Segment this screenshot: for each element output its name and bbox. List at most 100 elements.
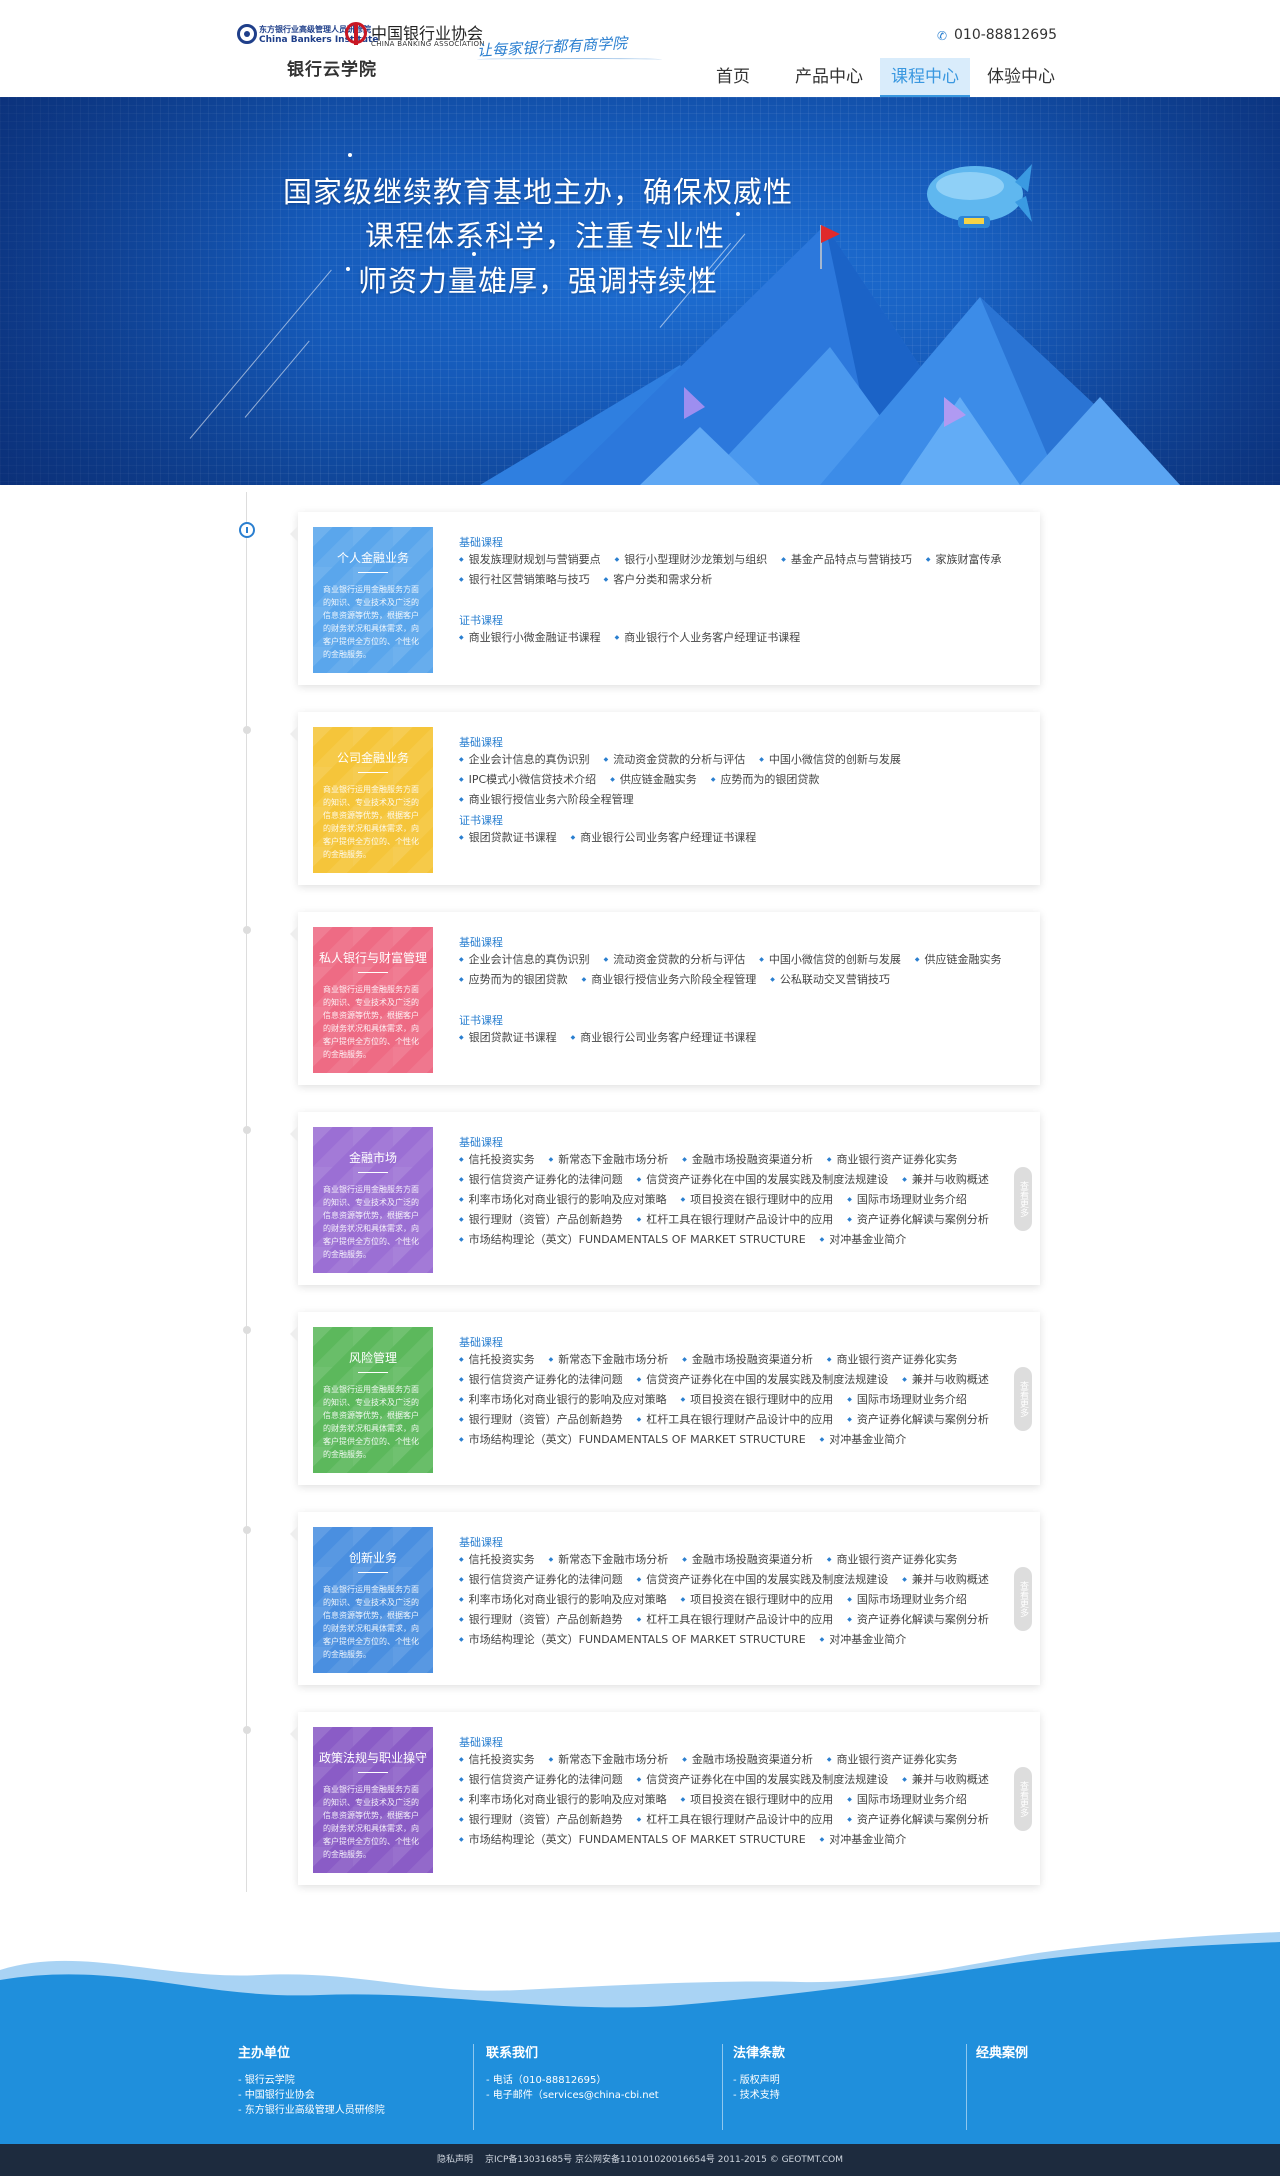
course-link[interactable]: 商业银行授信业务六阶段全程管理 xyxy=(582,970,756,990)
course-link[interactable]: 金融市场投融资渠道分析 xyxy=(682,1750,813,1770)
view-more-button[interactable]: 查看更多 xyxy=(1014,1567,1032,1631)
course-link[interactable]: 国际市场理财业务介绍 xyxy=(847,1590,967,1610)
category-tile[interactable]: 金融市场 商业银行运用金融服务方面的知识、专业技术及广泛的信息资源等优势，根据客户… xyxy=(313,1127,433,1273)
course-link[interactable]: 国际市场理财业务介绍 xyxy=(847,1790,967,1810)
course-link[interactable]: 银行理财（资管）产品创新趋势 xyxy=(459,1410,623,1430)
course-link[interactable]: 银团贷款证书课程 xyxy=(459,1028,557,1048)
course-link[interactable]: 兼并与收购概述 xyxy=(902,1770,989,1790)
course-link[interactable]: 信贷资产证券化在中国的发展实践及制度法规建设 xyxy=(637,1170,888,1190)
category-tile[interactable]: 创新业务 商业银行运用金融服务方面的知识、专业技术及广泛的信息资源等优势，根据客户… xyxy=(313,1527,433,1673)
course-link[interactable]: 银行小型理财沙龙策划与组织 xyxy=(615,550,767,570)
timeline-dot[interactable] xyxy=(243,726,251,734)
footer-link[interactable]: - 技术支持 xyxy=(733,2088,785,2103)
course-link[interactable]: 银行理财（资管）产品创新趋势 xyxy=(459,1210,623,1230)
course-link[interactable]: 企业会计信息的真伪识别 xyxy=(459,950,590,970)
nav-home[interactable]: 首页 xyxy=(688,58,778,97)
course-link[interactable]: 杠杆工具在银行理财产品设计中的应用 xyxy=(637,1210,833,1230)
category-tile[interactable]: 政策法规与职业操守 商业银行运用金融服务方面的知识、专业技术及广泛的信息资源等优势… xyxy=(313,1727,433,1873)
course-link[interactable]: 金融市场投融资渠道分析 xyxy=(682,1550,813,1570)
course-link[interactable]: 信贷资产证券化在中国的发展实践及制度法规建设 xyxy=(637,1770,888,1790)
course-link[interactable]: 金融市场投融资渠道分析 xyxy=(682,1150,813,1170)
course-link[interactable]: 银行社区营销策略与技巧 xyxy=(459,570,590,590)
course-link[interactable]: 供应链金融实务 xyxy=(610,770,697,790)
course-link[interactable]: 商业银行资产证券化实务 xyxy=(827,1350,958,1370)
privacy-link[interactable]: 隐私声明 xyxy=(437,2155,473,2165)
footer-link[interactable]: - 中国银行业协会 xyxy=(238,2088,385,2103)
course-link[interactable]: 银行信贷资产证券化的法律问题 xyxy=(459,1370,623,1390)
course-link[interactable]: 对冲基金业简介 xyxy=(820,1830,906,1850)
course-link[interactable]: 市场结构理论（英文）FUNDAMENTALS OF MARKET STRUCTU… xyxy=(459,1230,806,1250)
course-link[interactable]: 商业银行资产证券化实务 xyxy=(827,1750,958,1770)
course-link[interactable]: 市场结构理论（英文）FUNDAMENTALS OF MARKET STRUCTU… xyxy=(459,1430,806,1450)
course-link[interactable]: 基金产品特点与营销技巧 xyxy=(781,550,912,570)
timeline-dot[interactable] xyxy=(243,926,251,934)
course-link[interactable]: 供应链金融实务 xyxy=(915,950,1002,970)
course-link[interactable]: 信托投资实务 xyxy=(459,1750,535,1770)
timeline-dot[interactable] xyxy=(243,1726,251,1734)
course-link[interactable]: 银行信贷资产证券化的法律问题 xyxy=(459,1170,623,1190)
course-link[interactable]: 利率市场化对商业银行的影响及应对策略 xyxy=(459,1390,667,1410)
course-link[interactable]: 新常态下金融市场分析 xyxy=(549,1750,668,1770)
course-link[interactable]: 杠杆工具在银行理财产品设计中的应用 xyxy=(637,1810,833,1830)
footer-link[interactable]: - 银行云学院 xyxy=(238,2073,385,2088)
course-link[interactable]: 项目投资在银行理财中的应用 xyxy=(681,1390,833,1410)
course-link[interactable]: 家族财富传承 xyxy=(926,550,1002,570)
course-link[interactable]: 兼并与收购概述 xyxy=(902,1170,989,1190)
course-link[interactable]: 银行信贷资产证券化的法律问题 xyxy=(459,1770,623,1790)
course-link[interactable]: 杠杆工具在银行理财产品设计中的应用 xyxy=(637,1410,833,1430)
timeline-dot[interactable] xyxy=(243,1326,251,1334)
category-tile[interactable]: 风险管理 商业银行运用金融服务方面的知识、专业技术及广泛的信息资源等优势，根据客户… xyxy=(313,1327,433,1473)
view-more-button[interactable]: 查看更多 xyxy=(1014,1367,1032,1431)
course-link[interactable]: 项目投资在银行理财中的应用 xyxy=(681,1190,833,1210)
view-more-button[interactable]: 查看更多 xyxy=(1014,1167,1032,1231)
footer-col-title[interactable]: 经典案例 xyxy=(976,2042,1028,2061)
course-link[interactable]: 中国小微信贷的创新与发展 xyxy=(759,950,901,970)
course-link[interactable]: 市场结构理论（英文）FUNDAMENTALS OF MARKET STRUCTU… xyxy=(459,1830,806,1850)
course-link[interactable]: 信托投资实务 xyxy=(459,1550,535,1570)
course-link[interactable]: 商业银行公司业务客户经理证书课程 xyxy=(571,1028,756,1048)
course-link[interactable]: 杠杆工具在银行理财产品设计中的应用 xyxy=(637,1610,833,1630)
course-link[interactable]: 对冲基金业简介 xyxy=(820,1630,906,1650)
category-tile[interactable]: 公司金融业务 商业银行运用金融服务方面的知识、专业技术及广泛的信息资源等优势，根据… xyxy=(313,727,433,873)
logo-group[interactable]: 东方银行业高级管理人员研修院 China Bankers Institute 中… xyxy=(237,20,667,80)
course-link[interactable]: 信托投资实务 xyxy=(459,1150,535,1170)
course-link[interactable]: 商业银行资产证券化实务 xyxy=(827,1550,958,1570)
timeline-dot[interactable] xyxy=(243,1126,251,1134)
course-link[interactable]: 国际市场理财业务介绍 xyxy=(847,1390,967,1410)
category-tile[interactable]: 私人银行与财富管理 商业银行运用金融服务方面的知识、专业技术及广泛的信息资源等优势… xyxy=(313,927,433,1073)
course-link[interactable]: 信托投资实务 xyxy=(459,1350,535,1370)
course-link[interactable]: 资产证券化解读与案例分析 xyxy=(847,1210,989,1230)
nav-experience[interactable]: 体验中心 xyxy=(976,58,1066,97)
footer-email[interactable]: - 电子邮件（services@china-cbi.net xyxy=(486,2088,659,2103)
course-link[interactable]: IPC模式小微信贷技术介绍 xyxy=(459,770,597,790)
course-link[interactable]: 对冲基金业简介 xyxy=(820,1430,906,1450)
course-link[interactable]: 金融市场投融资渠道分析 xyxy=(682,1350,813,1370)
course-link[interactable]: 市场结构理论（英文）FUNDAMENTALS OF MARKET STRUCTU… xyxy=(459,1630,806,1650)
course-link[interactable]: 客户分类和需求分析 xyxy=(604,570,712,590)
course-link[interactable]: 利率市场化对商业银行的影响及应对策略 xyxy=(459,1190,667,1210)
course-link[interactable]: 项目投资在银行理财中的应用 xyxy=(681,1590,833,1610)
course-link[interactable]: 企业会计信息的真伪识别 xyxy=(459,750,590,770)
course-link[interactable]: 商业银行小微金融证书课程 xyxy=(459,628,601,648)
course-link[interactable]: 新常态下金融市场分析 xyxy=(549,1350,668,1370)
course-link[interactable]: 银行理财（资管）产品创新趋势 xyxy=(459,1610,623,1630)
timeline-dot[interactable] xyxy=(243,1526,251,1534)
course-link[interactable]: 商业银行公司业务客户经理证书课程 xyxy=(571,828,756,848)
course-link[interactable]: 资产证券化解读与案例分析 xyxy=(847,1610,989,1630)
course-link[interactable]: 银行理财（资管）产品创新趋势 xyxy=(459,1810,623,1830)
course-link[interactable]: 商业银行授信业务六阶段全程管理 xyxy=(459,790,634,810)
course-link[interactable]: 应势而为的银团贷款 xyxy=(711,770,819,790)
course-link[interactable]: 中国小微信贷的创新与发展 xyxy=(759,750,901,770)
course-link[interactable]: 兼并与收购概述 xyxy=(902,1370,989,1390)
course-link[interactable]: 新常态下金融市场分析 xyxy=(549,1550,668,1570)
course-link[interactable]: 银发族理财规划与营销要点 xyxy=(459,550,601,570)
course-link[interactable]: 对冲基金业简介 xyxy=(820,1230,906,1250)
course-link[interactable]: 银团贷款证书课程 xyxy=(459,828,557,848)
course-link[interactable]: 流动资金贷款的分析与评估 xyxy=(604,950,745,970)
course-link[interactable]: 银行信贷资产证券化的法律问题 xyxy=(459,1570,623,1590)
course-link[interactable]: 信贷资产证券化在中国的发展实践及制度法规建设 xyxy=(637,1570,888,1590)
course-link[interactable]: 信贷资产证券化在中国的发展实践及制度法规建设 xyxy=(637,1370,888,1390)
course-link[interactable]: 兼并与收购概述 xyxy=(902,1570,989,1590)
course-link[interactable]: 资产证券化解读与案例分析 xyxy=(847,1410,989,1430)
course-link[interactable]: 公私联动交叉营销技巧 xyxy=(770,970,890,990)
